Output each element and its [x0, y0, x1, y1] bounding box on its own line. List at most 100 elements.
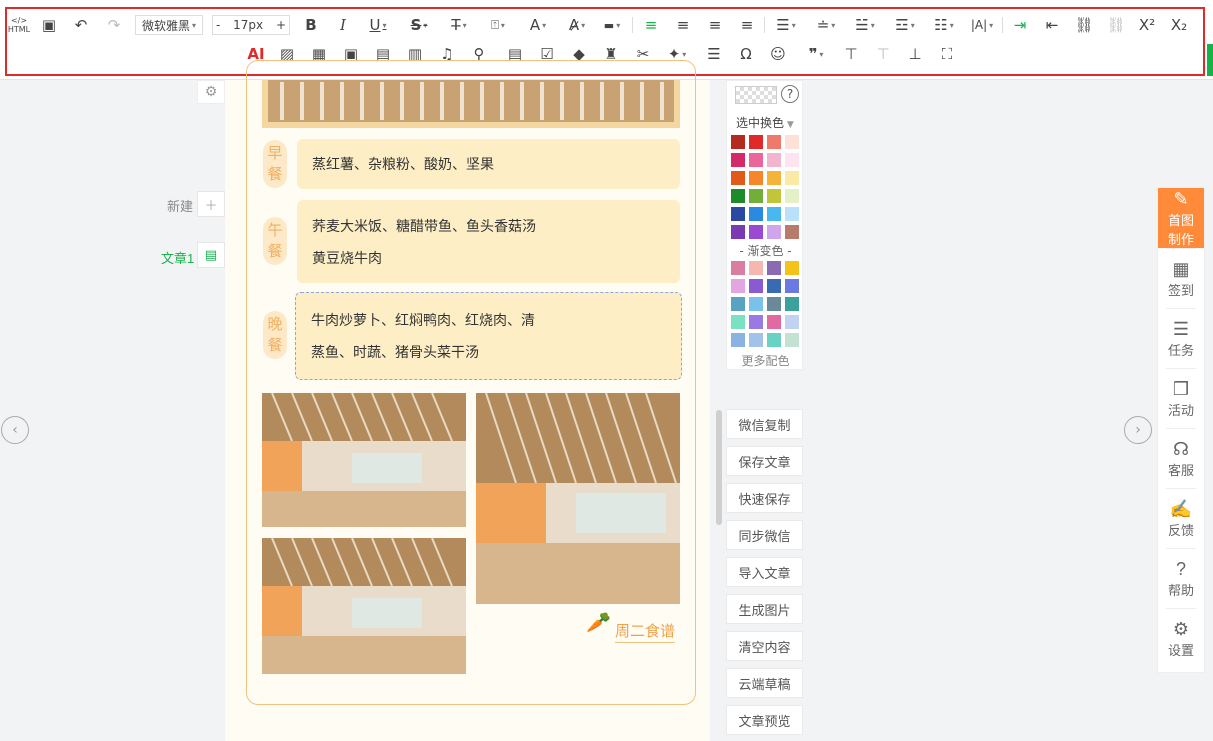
color-swatch[interactable]	[767, 333, 781, 347]
lunch-box[interactable]: 荞麦大米饭、糖醋带鱼、鱼头香菇汤 黄豆烧牛肉	[297, 200, 680, 283]
line-height-icon[interactable]: ≐	[810, 12, 842, 38]
letter-spacing-icon[interactable]: |A|	[966, 12, 998, 38]
color-swatch[interactable]	[731, 315, 745, 329]
color-swatch[interactable]	[767, 315, 781, 329]
special-char-icon[interactable]: Ω	[735, 41, 757, 67]
nav-feedback[interactable]: ✍ 反馈	[1158, 488, 1204, 548]
nav-settings[interactable]: ⚙ 设置	[1158, 608, 1204, 668]
color-swatch[interactable]	[785, 207, 799, 221]
color-swatch[interactable]	[785, 333, 799, 347]
paragraph-spacing-icon[interactable]: ☱	[849, 12, 881, 38]
classroom-photo-1[interactable]	[262, 393, 466, 527]
nav-check-in[interactable]: ▦ 签到	[1158, 248, 1204, 308]
color-swatch[interactable]	[749, 153, 763, 167]
first-line-indent-icon[interactable]: ⇥	[1008, 12, 1032, 38]
cloud-draft-button[interactable]: 云端草稿	[726, 668, 803, 698]
new-article-label[interactable]: 新建	[167, 196, 193, 215]
breakfast-box[interactable]: 蒸红薯、杂粮粉、酸奶、坚果	[297, 139, 680, 189]
editor-settings-icon[interactable]: ⚙	[197, 80, 225, 104]
color-swatch[interactable]	[767, 207, 781, 221]
color-swatch[interactable]	[767, 297, 781, 311]
italic-icon[interactable]: I	[332, 12, 354, 38]
color-swatch[interactable]	[731, 153, 745, 167]
palette-help-icon[interactable]: ?	[781, 85, 799, 103]
color-swatch[interactable]	[749, 279, 763, 293]
underline-icon[interactable]: U	[362, 12, 394, 38]
subscript-icon[interactable]: X₂	[1167, 12, 1191, 38]
color-swatch[interactable]	[767, 171, 781, 185]
redo-icon[interactable]: ↷	[103, 12, 125, 38]
color-swatch[interactable]	[785, 153, 799, 167]
fullscreen-icon[interactable]: ⛶	[936, 41, 958, 67]
color-swatch[interactable]	[767, 225, 781, 239]
generate-image-button[interactable]: 生成图片	[726, 594, 803, 624]
color-swatch[interactable]	[767, 189, 781, 203]
color-swatch[interactable]	[731, 207, 745, 221]
highlight-color-icon[interactable]: A̷	[561, 12, 593, 38]
font-size-plus-button[interactable]: +	[276, 18, 286, 32]
color-swatch[interactable]	[749, 135, 763, 149]
color-swatch[interactable]	[785, 261, 799, 275]
color-swatch[interactable]	[749, 171, 763, 185]
import-article-button[interactable]: 导入文章	[726, 557, 803, 587]
color-swatch[interactable]	[785, 171, 799, 185]
classroom-photo-2[interactable]	[262, 538, 466, 674]
text-background-icon[interactable]: ▬	[596, 12, 628, 38]
align-center-icon[interactable]: ≡	[672, 12, 694, 38]
align-left-icon[interactable]: ≡	[640, 12, 662, 38]
dinner-box[interactable]: 牛肉炒萝卜、红焖鸭肉、红烧肉、清 蒸鱼、时蔬、猪骨头菜干汤	[295, 292, 682, 380]
color-swatch[interactable]	[785, 189, 799, 203]
more-colors-link[interactable]: 更多配色	[727, 352, 804, 369]
color-swatch[interactable]	[785, 279, 799, 293]
color-swatch[interactable]	[731, 171, 745, 185]
color-swatch[interactable]	[767, 261, 781, 275]
align-right-icon[interactable]: ≡	[704, 12, 726, 38]
font-color-icon[interactable]: A	[522, 12, 554, 38]
color-swatch[interactable]	[731, 279, 745, 293]
color-swatch[interactable]	[767, 279, 781, 293]
text-border-icon[interactable]: ⍐	[482, 12, 514, 38]
color-swatch[interactable]	[785, 225, 799, 239]
superscript-icon[interactable]: X²	[1135, 12, 1159, 38]
color-swatch[interactable]	[731, 261, 745, 275]
color-swatch[interactable]	[731, 135, 745, 149]
classroom-photo-top[interactable]	[262, 80, 680, 128]
nav-activity[interactable]: ❒ 活动	[1158, 368, 1204, 428]
link-icon[interactable]: ⛓	[1072, 12, 1096, 38]
select-recolor-label[interactable]: 选中换色 ▼	[736, 114, 794, 131]
article-doc-icon[interactable]: ▤	[197, 242, 225, 268]
color-swatch[interactable]	[731, 189, 745, 203]
quote-icon[interactable]: ❞	[800, 41, 832, 67]
color-swatch[interactable]	[749, 315, 763, 329]
strikethrough-icon[interactable]: S	[403, 12, 435, 38]
nav-tasks[interactable]: ☰ 任务	[1158, 308, 1204, 368]
article-preview-button[interactable]: 文章预览	[726, 705, 803, 735]
color-swatch[interactable]	[749, 297, 763, 311]
green-edge-button[interactable]	[1207, 44, 1213, 76]
menu-caption[interactable]: 周二食谱	[615, 620, 676, 643]
quick-save-button[interactable]: 快速保存	[726, 483, 803, 513]
clear-content-button[interactable]: 清空内容	[726, 631, 803, 661]
classroom-photo-3[interactable]	[476, 393, 680, 604]
indent-icon[interactable]: ☰	[770, 12, 802, 38]
spacing-before-icon[interactable]: ☲	[889, 12, 921, 38]
color-swatch[interactable]	[767, 153, 781, 167]
emoji-icon[interactable]: ☺	[767, 41, 789, 67]
text-style-icon[interactable]: T̶	[443, 12, 475, 38]
color-swatch[interactable]	[749, 225, 763, 239]
color-swatch[interactable]	[785, 315, 799, 329]
color-swatch[interactable]	[749, 207, 763, 221]
undo-icon[interactable]: ↶	[70, 12, 92, 38]
editor-scrollbar[interactable]	[716, 410, 722, 525]
template-icon[interactable]: ⊤	[840, 41, 862, 67]
align-justify-icon[interactable]: ≡	[736, 12, 758, 38]
color-swatch[interactable]	[749, 333, 763, 347]
color-swatch[interactable]	[785, 297, 799, 311]
color-swatch[interactable]	[731, 297, 745, 311]
sync-wechat-button[interactable]: 同步微信	[726, 520, 803, 550]
outdent-icon[interactable]: ⇤	[1040, 12, 1064, 38]
nav-help[interactable]: ? 帮助	[1158, 548, 1204, 608]
color-swatch[interactable]	[749, 261, 763, 275]
nav-cover-design[interactable]: ✎ 首图 制作	[1158, 188, 1204, 248]
insert-below-icon[interactable]: ⊥	[904, 41, 926, 67]
